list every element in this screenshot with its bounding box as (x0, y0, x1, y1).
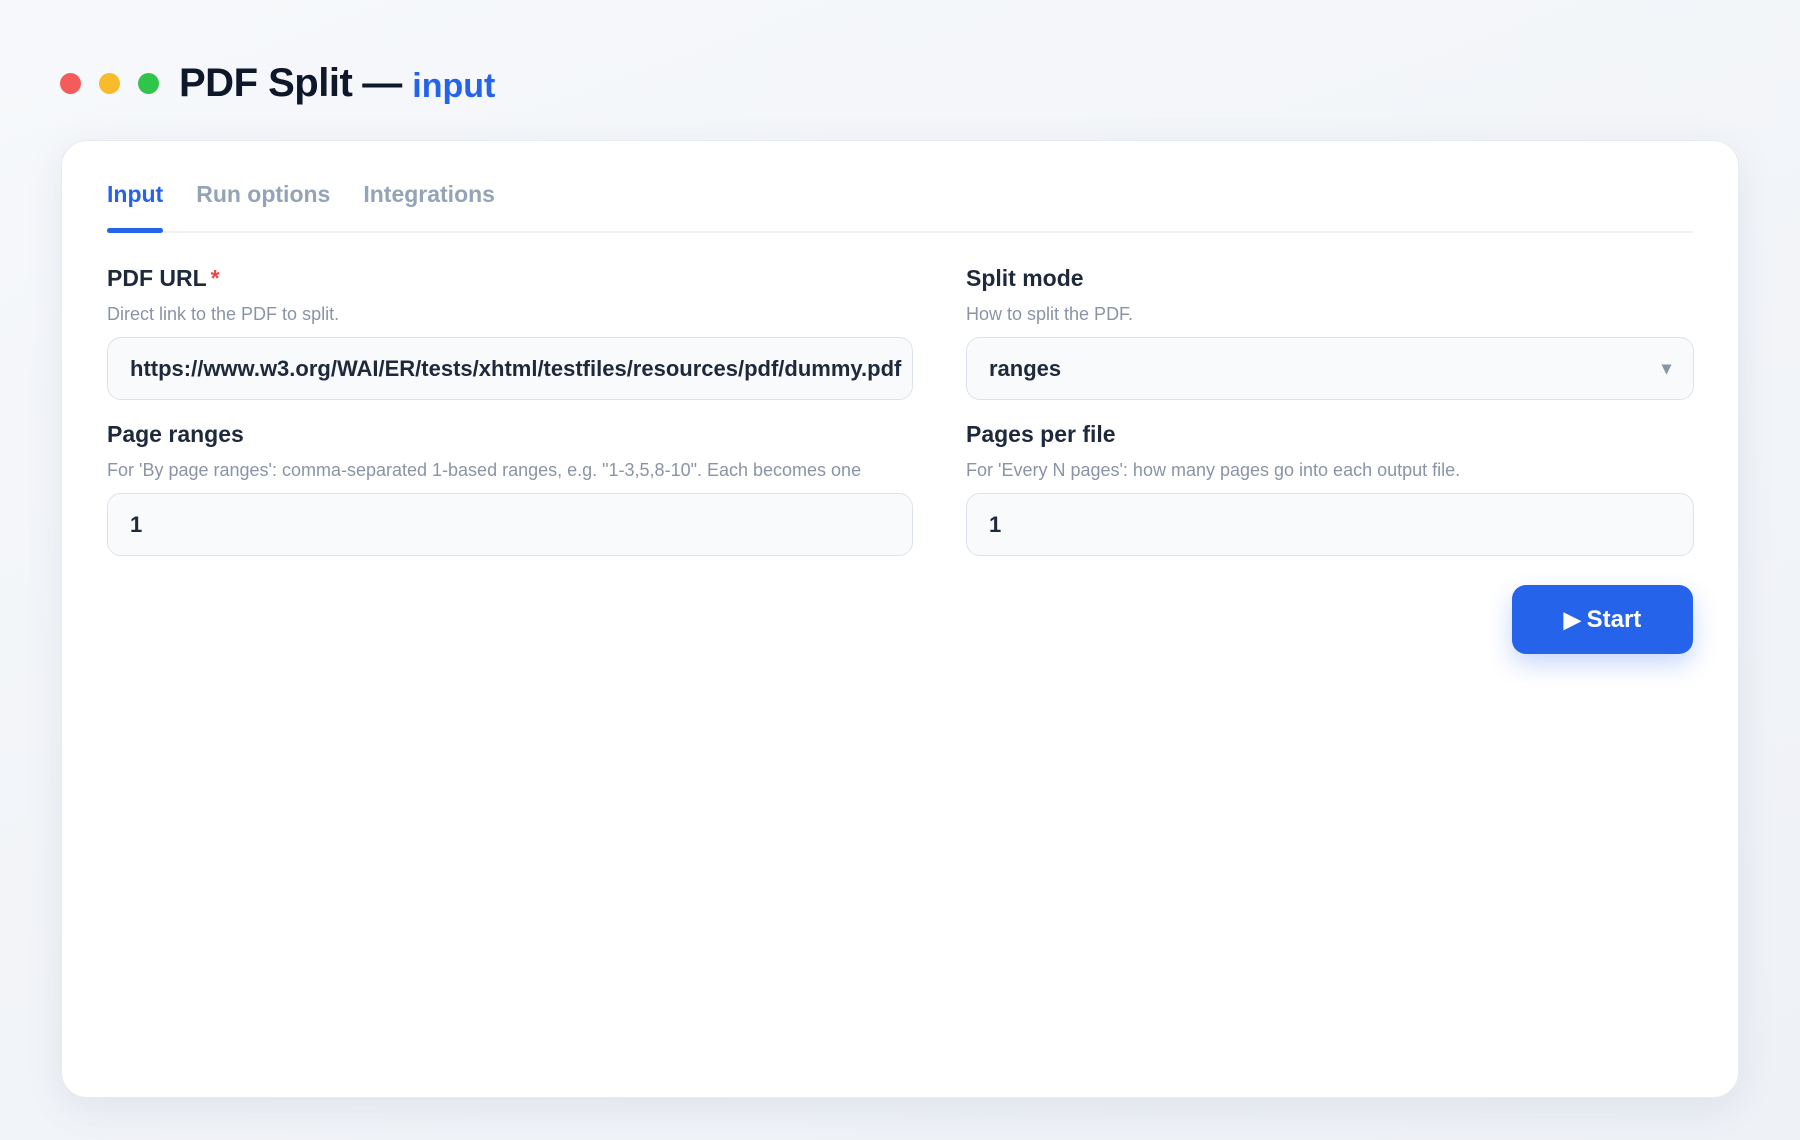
pdf-url-label: PDF URL * (107, 265, 913, 292)
tab-bar: Input Run options Integrations (107, 177, 1693, 233)
minimize-window-button[interactable] (99, 72, 120, 94)
start-button[interactable]: ▶ Start (1512, 585, 1693, 654)
pdf-url-field: PDF URL * Direct link to the PDF to split… (107, 265, 913, 400)
split-mode-select[interactable]: ranges ▾ (966, 337, 1694, 400)
page-ranges-label: Page ranges (107, 421, 244, 447)
page-ranges-help: For 'By page ranges': comma-separated 1-… (107, 460, 862, 480)
split-mode-value: ranges (989, 355, 1062, 381)
chevron-down-icon: ▾ (1661, 358, 1671, 378)
split-mode-label: Split mode (966, 265, 1084, 291)
pages-per-file-help: For 'Every N pages': how many pages go i… (966, 460, 1461, 480)
title-separator: — (362, 60, 403, 105)
split-mode-field: Split mode How to split the PDF. ranges … (966, 265, 1694, 400)
tab-input[interactable]: Input (107, 177, 164, 233)
pages-per-file-field: Pages per file For 'Every N pages': how … (966, 421, 1694, 556)
app-title: PDF Split (179, 60, 353, 105)
split-mode-help: How to split the PDF. (966, 304, 1134, 324)
tab-run-options[interactable]: Run options (196, 177, 330, 231)
pages-per-file-input[interactable]: 1 (966, 493, 1694, 556)
required-mark: * (210, 265, 220, 291)
tab-integrations[interactable]: Integrations (363, 177, 495, 231)
page-ranges-input[interactable]: 1 (107, 493, 913, 556)
title-bar: PDF Split — input (60, 58, 495, 108)
page-ranges-field: Page ranges For 'By page ranges': comma-… (107, 421, 913, 556)
pdf-url-label-text: PDF URL (107, 265, 207, 291)
pages-per-file-label: Pages per file (966, 421, 1116, 447)
main-card: Input Run options Integrations PDF URL * … (61, 140, 1739, 1098)
pdf-url-input[interactable]: https://www.w3.org/WAI/ER/tests/xhtml/te… (107, 337, 913, 400)
close-window-button[interactable] (60, 72, 81, 94)
maximize-window-button[interactable] (138, 72, 159, 94)
play-icon: ▶ (1563, 606, 1581, 632)
pdf-url-help: Direct link to the PDF to split. (107, 304, 340, 324)
start-button-label: Start (1586, 605, 1642, 633)
app-subtitle: input (412, 66, 496, 105)
